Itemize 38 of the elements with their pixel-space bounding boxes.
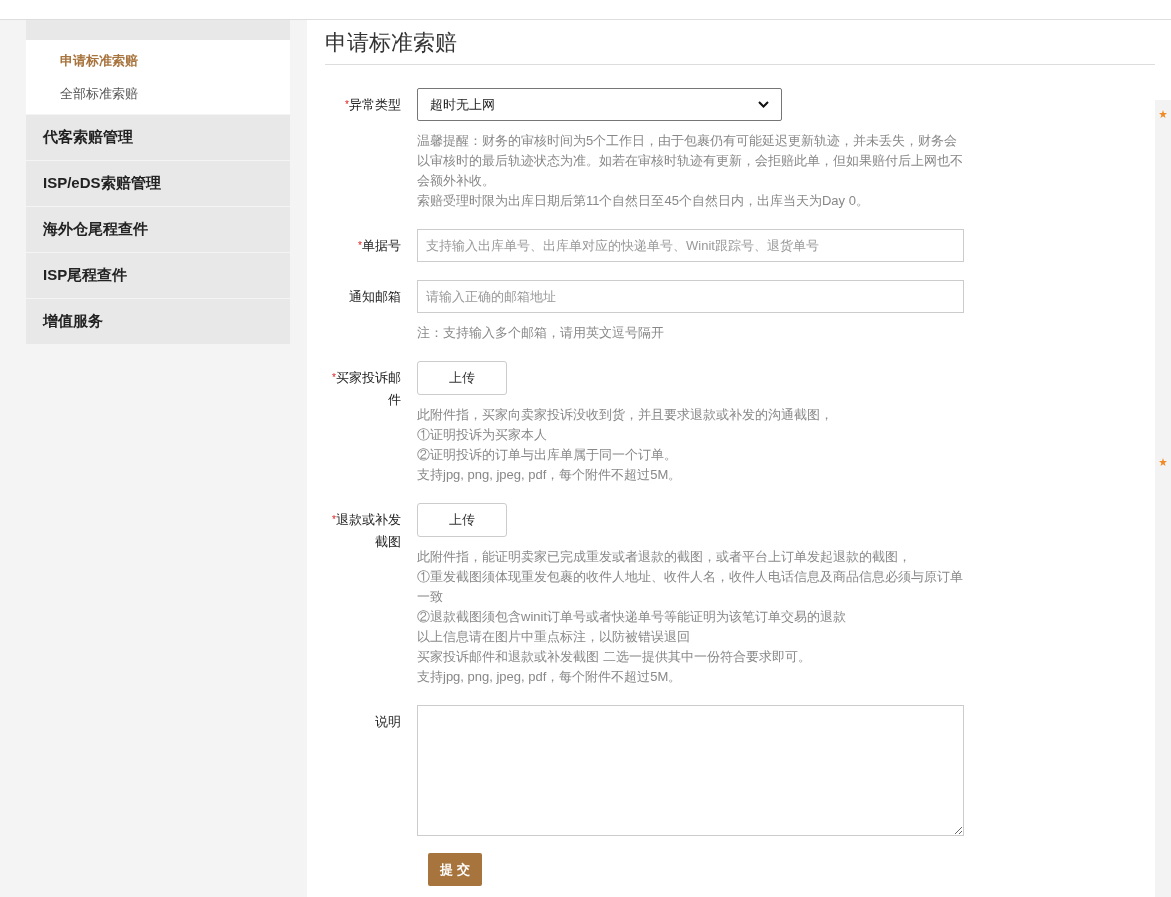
input-field[interactable]: 支持输入出库单号、出库单对应的快递单号、Winit跟踪号、退货单号 [417, 229, 964, 262]
hint-text: 此附件指，买家向卖家投诉没收到货，并且要求退款或补发的沟通截图， [417, 406, 834, 424]
menu-item[interactable]: 海外仓尾程查件 [26, 207, 290, 252]
submit-button[interactable]: 提 交 [428, 853, 482, 886]
upload-button[interactable]: 上传 [417, 503, 507, 537]
submenu-item[interactable]: 全部标准索赔 [26, 77, 290, 110]
star-icon [1159, 110, 1167, 118]
field-label: *买家投诉邮件 [332, 370, 401, 407]
hint-text: 以上信息请在图片中重点标注，以防被错误退回 [417, 628, 691, 646]
hint-text: 买家投诉邮件和退款或补发截图 二选一提供其中一份符合要求即可。 [417, 648, 812, 666]
hint-text: ①证明投诉为买家本人 [417, 426, 548, 444]
menu-group-header[interactable] [26, 20, 290, 40]
menu-item[interactable]: 代客索赔管理 [26, 115, 290, 160]
submenu-item[interactable]: 申请标准索赔 [26, 44, 290, 77]
description-field[interactable] [417, 705, 964, 836]
hint-text: 温馨提醒：财务的审核时间为5个工作日，由于包裹仍有可能延迟更新轨迹，并未丢失，财务会以审核时的最后轨迹状态为准。如若在审核时轨迹有更新，会拒赔此单，但如果赔付后上网也不会额外补收。 [417, 132, 964, 190]
hint-text: 支持jpg, png, jpeg, pdf，每个附件不超过5M。 [417, 668, 683, 686]
menu-item[interactable]: ISP尾程查件 [26, 253, 290, 298]
field-label: *异常类型 [345, 97, 401, 112]
menu-item[interactable]: 增值服务 [26, 299, 290, 344]
hint-text: 此附件指，能证明卖家已完成重发或者退款的截图，或者平台上订单发起退款的截图， [417, 548, 912, 566]
hint-text: ①重发截图须体现重发包裹的收件人地址、收件人名，收件人电话信息及商品信息必须与原订单一致 [417, 568, 964, 606]
chevron-down-icon [758, 101, 769, 108]
page-title: 申请标准索赔 [325, 28, 458, 57]
input-field[interactable]: 请输入正确的邮箱地址 [417, 280, 964, 313]
hint-text: 索赔受理时限为出库日期后第11个自然日至45个自然日内，出库当天为Day 0。 [417, 192, 870, 210]
field-label: *退款或补发截图 [332, 512, 401, 549]
hint-text: ②退款截图须包含winit订单号或者快递单号等能证明为该笔订单交易的退款 [417, 608, 847, 626]
hint-text: 注：支持输入多个邮箱，请用英文逗号隔开 [417, 324, 665, 342]
hint-text: 支持jpg, png, jpeg, pdf，每个附件不超过5M。 [417, 466, 683, 484]
hint-text: ②证明投诉的订单与出库单属于同一个订单。 [417, 446, 678, 464]
field-label: *单据号 [358, 238, 401, 253]
upload-button[interactable]: 上传 [417, 361, 507, 395]
menu-item[interactable]: ISP/eDS索赔管理 [26, 161, 290, 206]
field-label: 说明 [375, 714, 401, 729]
type-select[interactable]: 超时无上网 [417, 88, 782, 121]
field-label: 通知邮箱 [349, 289, 401, 304]
star-icon [1159, 458, 1167, 466]
